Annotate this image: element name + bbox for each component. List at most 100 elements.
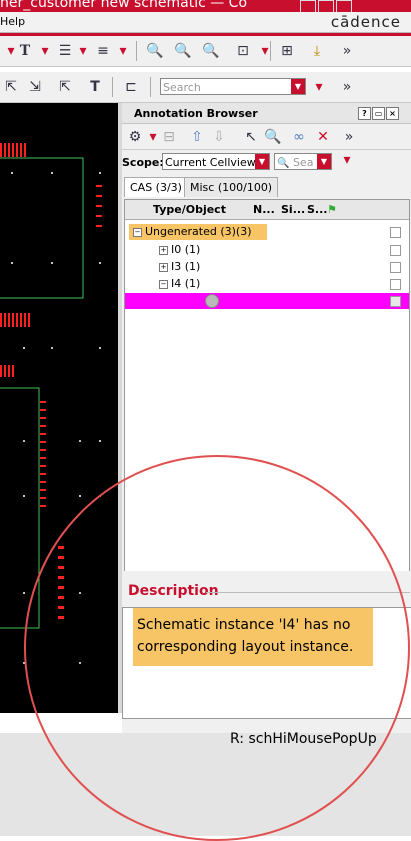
instance-outline — [0, 157, 84, 299]
description-text: Schematic instance 'I4' has no correspon… — [133, 608, 373, 666]
zoom-fit-icon[interactable]: 🔍 — [146, 42, 164, 60]
dropdown-arrow-icon[interactable]: ▾ — [36, 42, 54, 60]
column-s[interactable]: S... — [307, 203, 327, 216]
chevron-down-icon[interactable]: ▼ — [255, 154, 269, 169]
close-icon[interactable] — [336, 0, 352, 12]
dropdown-arrow-icon[interactable]: ▾ — [338, 151, 356, 169]
tree-row-label: I3 (1) — [171, 260, 201, 273]
menu-help[interactable]: Help — [0, 15, 25, 28]
select-text-icon[interactable]: T — [86, 78, 104, 96]
expand-icon[interactable]: + — [159, 245, 168, 255]
expand-icon[interactable]: + — [159, 262, 168, 272]
toolbar-separator — [112, 77, 113, 97]
tree-row-content: + I3 (1) — [159, 259, 200, 275]
tree-row-selected[interactable] — [125, 293, 409, 309]
search-box[interactable]: Search ▼ — [160, 78, 306, 95]
more-tools-icon[interactable]: » — [340, 128, 358, 146]
distribute-icon[interactable]: ≡ — [94, 42, 112, 60]
pin-icon[interactable]: ⤓ — [308, 42, 326, 60]
cadence-logo: cādence — [330, 13, 401, 31]
flag-icon[interactable]: ⚑ — [327, 203, 337, 216]
toolbar-main: ▾ T ▾ ☰ ▾ ≡ ▾ 🔍 🔍 🔍 ⊡ ▾ ⊞ ⤓ » — [0, 36, 411, 67]
scope-row: Scope: Current Cellview ▼ 🔍 Sea ▼ ▾ — [122, 151, 411, 175]
annotation-tree[interactable]: Type/Object N... Si... S... ⚑ − Ungenerat… — [124, 199, 410, 573]
row-checkbox[interactable] — [390, 296, 401, 307]
panel-title-bar: Annotation Browser ? ▭ × — [122, 103, 411, 124]
scope-label: Scope: — [122, 156, 164, 169]
search-input[interactable]: Search — [163, 81, 201, 94]
dropdown-arrow-icon[interactable]: ▾ — [256, 42, 274, 60]
tree-row-content: − I4 (1) — [159, 276, 200, 292]
status-bar: R: schHiMousePopUp — [0, 731, 411, 836]
export-icon[interactable]: ⊟ — [160, 128, 178, 146]
select-area-icon[interactable]: ⇲ — [26, 78, 44, 96]
pin-group — [0, 143, 30, 377]
gear-icon[interactable]: ⚙ — [126, 128, 144, 146]
tab-misc[interactable]: Misc (100/100) — [184, 177, 279, 197]
tree-row[interactable]: + I3 (1) — [125, 259, 409, 275]
float-icon[interactable]: ▭ — [372, 107, 385, 120]
link-icon[interactable]: ∞ — [290, 128, 308, 146]
arrow-down-icon[interactable]: ⇩ — [210, 128, 228, 146]
window-title: ner_customer new schematic — Co — [0, 0, 248, 11]
panel-tabs: CAS (3/3) Misc (100/100) — [124, 177, 411, 197]
column-si[interactable]: Si... — [281, 203, 305, 216]
instance-outline — [0, 387, 40, 629]
status-text: R: schHiMousePopUp — [230, 731, 377, 747]
collapse-icon[interactable]: − — [159, 279, 168, 289]
scope-value: Current Cellview — [165, 156, 256, 169]
pointer-icon[interactable]: ↖ — [242, 128, 260, 146]
text-tool-icon[interactable]: T — [16, 42, 34, 60]
search-icon: 🔍 — [277, 158, 290, 169]
tree-row-label: Ungenerated (3)(3) — [145, 225, 252, 238]
select-icon[interactable]: ⇱ — [2, 78, 20, 96]
zoom-icon[interactable]: 🔍 — [264, 128, 282, 146]
align-icon[interactable]: ☰ — [56, 42, 74, 60]
select-zoom-icon[interactable]: ⇱ — [56, 78, 74, 96]
minimize-icon[interactable] — [300, 0, 316, 12]
collapse-icon[interactable]: − — [133, 227, 142, 237]
dropdown-arrow-icon[interactable]: ▾ — [74, 42, 92, 60]
more-tools-icon[interactable]: » — [338, 42, 356, 60]
panel-search-box[interactable]: 🔍 Sea ▼ — [274, 153, 332, 170]
toolbar-separator — [150, 77, 151, 97]
tab-cas[interactable]: CAS (3/3) — [124, 177, 188, 197]
chevron-down-icon[interactable]: ▼ — [317, 154, 331, 169]
tree-row-label: I4 (1) — [171, 277, 201, 290]
column-n[interactable]: N... — [253, 203, 275, 216]
description-box: Schematic instance 'I4' has no correspon… — [122, 607, 411, 719]
row-checkbox[interactable] — [390, 279, 401, 290]
help-icon[interactable]: ? — [358, 107, 371, 120]
tree-row[interactable]: − Ungenerated (3)(3) — [125, 224, 409, 240]
dropdown-arrow-icon[interactable]: ▾ — [310, 78, 328, 96]
annotation-browser-panel: Annotation Browser ? ▭ × ⚙ ▾ ⊟ ⇧ ⇩ ↖ 🔍 ∞… — [122, 103, 411, 733]
grid-dots — [11, 172, 101, 664]
zoom-box-icon[interactable]: ⊡ — [234, 42, 252, 60]
zoom-out-icon[interactable]: 🔍 — [202, 42, 220, 60]
chevron-down-icon[interactable]: ▼ — [291, 79, 305, 94]
row-checkbox[interactable] — [390, 262, 401, 273]
close-icon[interactable]: × — [386, 107, 399, 120]
panel-toolbar: ⚙ ▾ ⊟ ⇧ ⇩ ↖ 🔍 ∞ ✕ » — [122, 125, 411, 150]
description-title: Description — [128, 583, 219, 599]
row-checkbox[interactable] — [390, 245, 401, 256]
tree-row-content: + I0 (1) — [159, 242, 200, 258]
panel-search-input[interactable]: Sea — [293, 156, 314, 169]
column-type-object[interactable]: Type/Object — [153, 203, 226, 216]
tree-row-label: I0 (1) — [171, 243, 201, 256]
maximize-icon[interactable] — [318, 0, 334, 12]
schematic-canvas[interactable] — [0, 103, 118, 713]
add-instance-icon[interactable]: ⊞ — [278, 42, 296, 60]
tree-row[interactable]: + I0 (1) — [125, 242, 409, 258]
tree-row[interactable]: − I4 (1) — [125, 276, 409, 292]
row-checkbox[interactable] — [390, 227, 401, 238]
zoom-in-icon[interactable]: 🔍 — [174, 42, 192, 60]
description-panel: Description Schematic instance 'I4' has … — [122, 571, 411, 733]
scope-select[interactable]: Current Cellview ▼ — [162, 153, 270, 170]
dropdown-arrow-icon[interactable]: ▾ — [114, 42, 132, 60]
unlink-icon[interactable]: ✕ — [314, 128, 332, 146]
divider — [206, 592, 410, 593]
arrow-up-icon[interactable]: ⇧ — [188, 128, 206, 146]
select-filter-icon[interactable]: ⊏ — [122, 78, 140, 96]
more-tools-icon[interactable]: » — [338, 78, 356, 96]
